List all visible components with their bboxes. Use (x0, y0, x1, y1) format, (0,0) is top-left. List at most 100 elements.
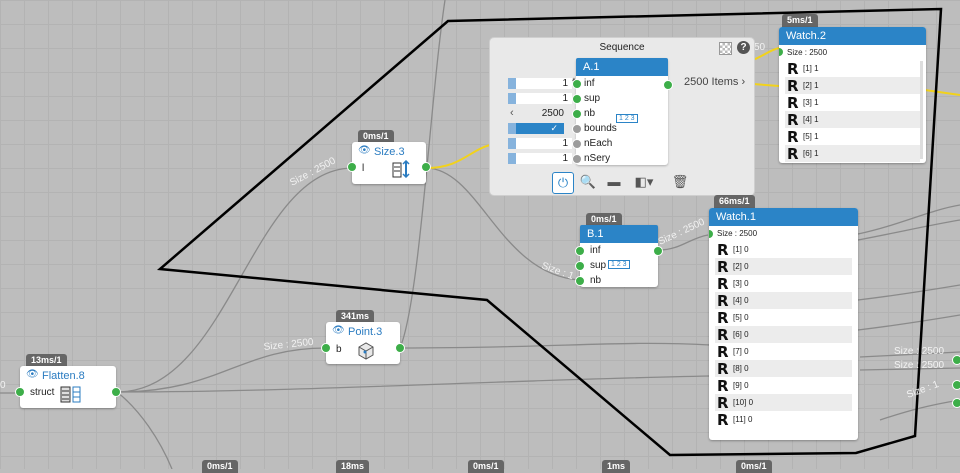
watch1-node[interactable]: Watch.1 Size : 2500 R [1] 0 R [2] 0 R [3] 0 R [… (709, 208, 858, 440)
list-item-value: [7] 0 (733, 347, 749, 356)
neach-label: nEach (584, 138, 613, 149)
nb-port[interactable] (572, 109, 582, 119)
wire-seq-watch2-b[interactable] (752, 83, 780, 87)
r-icon: R (787, 93, 799, 112)
list-item: R [5] 1 (785, 128, 920, 146)
b1-port-sup-label: sup (590, 260, 607, 271)
r-icon: R (717, 274, 729, 293)
wire-point-watch1[interactable] (399, 342, 711, 349)
neach-port[interactable] (572, 139, 582, 149)
folder-icon[interactable]: ▬ (604, 172, 624, 192)
point3-node[interactable]: 👁 Point.3 b (321, 322, 405, 364)
chevron-left-icon[interactable]: ‹ (510, 107, 514, 119)
offscreen-node-port-3[interactable] (952, 398, 960, 408)
nsery-port[interactable] (572, 154, 582, 164)
wire-label-size-b1: Size : 1 (540, 260, 576, 282)
list-item: R [4] 0 (715, 292, 852, 310)
list-item: R [8] 0 (715, 360, 852, 378)
r-icon: R (787, 59, 799, 78)
r-icon: R (787, 76, 799, 95)
b1-nb-port[interactable] (575, 276, 585, 286)
list-item: R [2] 1 (785, 76, 920, 95)
list-item: R [6] 0 (715, 325, 852, 344)
inf-value-field[interactable]: 1 (508, 78, 572, 89)
eye-icon[interactable]: 👁 (332, 326, 345, 336)
nb-label: nb (584, 108, 596, 119)
point3-title: Point.3 (348, 326, 383, 338)
list-item: R [2] 0 (715, 258, 852, 276)
help-icon[interactable]: ? (737, 41, 750, 54)
list-item-value: [3] 0 (733, 279, 749, 288)
b1-inf-port[interactable] (575, 246, 585, 256)
offscreen-node-port-1[interactable] (952, 355, 960, 365)
magnifier-icon[interactable]: 🔍 (578, 172, 598, 192)
point3-input-port[interactable] (321, 343, 331, 353)
flatten8-input-port[interactable] (15, 387, 25, 397)
point3-output-port[interactable] (395, 343, 405, 353)
b1-sup-port[interactable] (575, 261, 585, 271)
shapes-dropdown-icon[interactable]: ◧▾ (634, 172, 654, 192)
sup-label: sup (584, 93, 601, 104)
list-item-value: [6] 0 (733, 330, 749, 339)
size3-header: 👁 Size.3 (352, 142, 426, 160)
neach-value-field[interactable]: 1 (508, 138, 572, 149)
sequence-panel[interactable]: Sequence ? A.1 1 ▲▼ inf 1 sup ‹ 2500 nb … (489, 37, 755, 196)
list-item-value: [11] 0 (733, 415, 753, 424)
r-icon: R (787, 110, 799, 129)
list-item: R [1] 1 (785, 59, 920, 78)
bottom-timing-4: 1ms (602, 460, 631, 473)
list-item-value: [1] 1 (803, 64, 819, 73)
size3-title: Size.3 (374, 146, 405, 158)
offscreen-node-port-2[interactable] (952, 380, 960, 390)
watch2-timing: 5ms/1 (782, 14, 818, 27)
wire-right-2[interactable] (857, 284, 960, 301)
nsery-value-field[interactable]: 1 (508, 153, 572, 164)
size3-output-port[interactable] (421, 162, 431, 172)
size3-input-port[interactable] (347, 162, 357, 172)
wire-right-3[interactable] (857, 314, 960, 331)
wire-watch2-right[interactable] (924, 89, 960, 96)
wire-right-6[interactable] (879, 399, 960, 421)
flatten8-port-label: struct (30, 387, 55, 398)
wire-label-watch2-in: 50 (754, 42, 766, 53)
sup-value-field[interactable]: 1 (508, 93, 572, 104)
r-icon: R (787, 144, 799, 163)
r-icon: R (717, 325, 729, 344)
bottom-timing-1: 0ms/1 (202, 460, 238, 473)
watch2-list[interactable]: R [1] 1 R [2] 1 R [3] 1 R [4] 1 R [5] 1 R [6] 1 (779, 59, 926, 163)
watch1-list[interactable]: R [1] 0 R [2] 0 R [3] 0 R [4] 0 R [5] 0 R [6] 0 R [7]… (709, 241, 858, 429)
flatten8-output-port[interactable] (111, 387, 121, 397)
watch2-scrollbar[interactable] (920, 61, 923, 159)
trash-icon[interactable]: 🗑 (670, 172, 690, 192)
flatten8-node[interactable]: 👁 Flatten.8 struct (15, 366, 121, 408)
list-item-value: [8] 0 (733, 364, 749, 373)
b1-output-port[interactable] (653, 246, 663, 256)
list-item-value: [1] 0 (733, 245, 749, 254)
list-item: R [4] 1 (785, 110, 920, 129)
b1-node[interactable]: B.1 inf sup 1 2 3 nb (575, 225, 663, 287)
r-icon: R (717, 410, 729, 429)
b1-port-inf-label: inf (590, 245, 601, 256)
eye-icon[interactable]: 👁 (358, 146, 371, 156)
bounds-checkbox[interactable]: ✓ (508, 123, 564, 134)
chevron-right-icon[interactable]: › (741, 76, 745, 88)
sup-port[interactable] (572, 94, 582, 104)
point3-port-label: b (336, 344, 342, 355)
power-icon[interactable]: ⏻ (552, 172, 574, 194)
wire-size-sequence[interactable] (426, 144, 491, 169)
list-item-value: [9] 0 (733, 381, 749, 390)
watch2-size: Size : 2500 (787, 48, 828, 57)
list-item: R [6] 1 (785, 144, 920, 163)
watch2-node[interactable]: Watch.2 Size : 2500 R [1] 1 R [2] 1 R [3] 1 R [… (779, 27, 926, 163)
wire-label-right-c: Size : 1 (905, 379, 941, 401)
wire-flatten-size[interactable] (116, 167, 353, 393)
size3-node[interactable]: 👁 Size.3 l (347, 142, 431, 184)
eye-icon[interactable]: 👁 (26, 370, 39, 380)
checker-icon[interactable] (719, 42, 732, 55)
wire-flatten-down[interactable] (116, 391, 173, 469)
a1-output-port[interactable] (663, 80, 673, 90)
bounds-port[interactable] (572, 124, 582, 134)
inf-port[interactable] (572, 79, 582, 89)
list-item-value: [4] 0 (733, 296, 749, 305)
bottom-timing-3: 0ms/1 (468, 460, 504, 473)
